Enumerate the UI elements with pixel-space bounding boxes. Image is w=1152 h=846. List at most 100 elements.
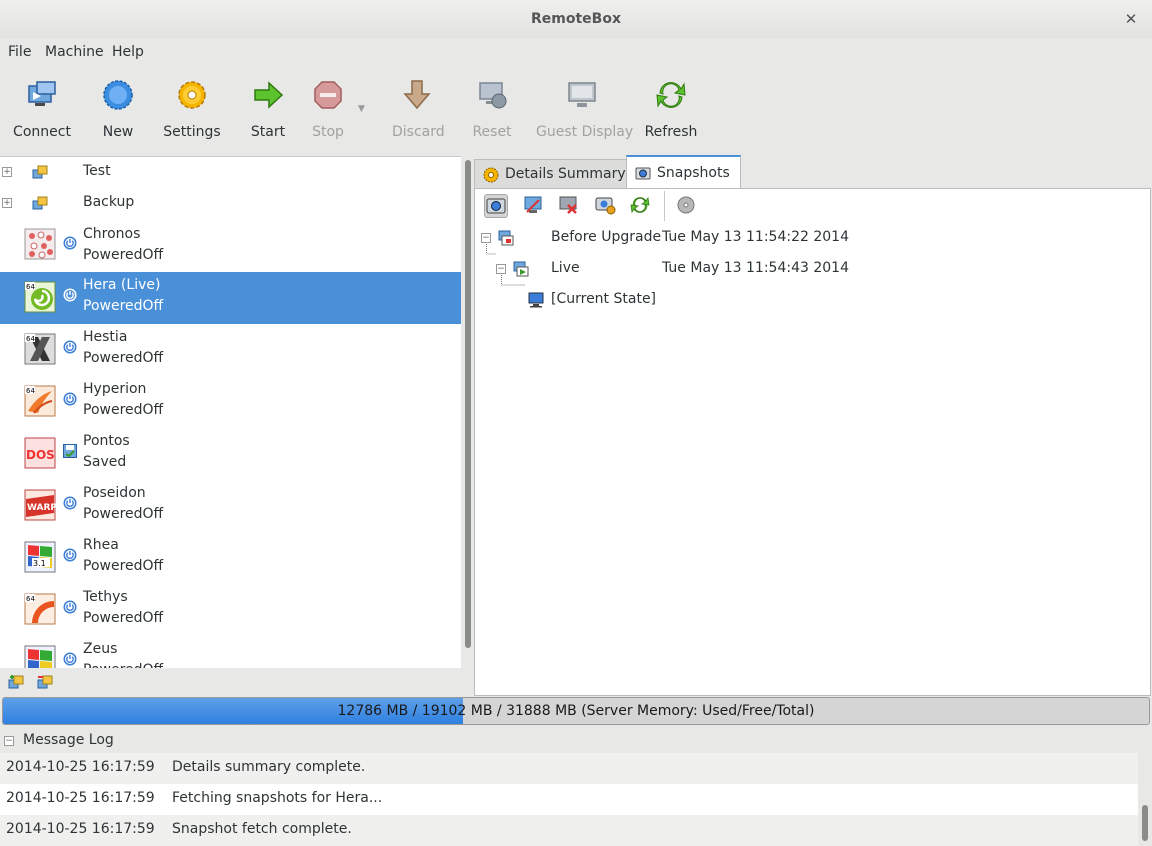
expand-icon[interactable]: + — [2, 167, 12, 177]
powered-off-icon — [63, 288, 77, 302]
clone-snapshot-button[interactable] — [675, 194, 699, 218]
window-title: RemoteBox — [531, 11, 621, 27]
new-button[interactable]: New — [98, 78, 138, 150]
menu-help[interactable]: Help — [112, 44, 144, 60]
vm-row[interactable]: WARP Poseidon PoweredOff — [0, 480, 461, 532]
powered-off-icon — [63, 340, 77, 354]
gear-icon — [483, 167, 499, 183]
svg-text:3.1: 3.1 — [33, 559, 46, 568]
group-name: Test — [83, 163, 111, 179]
guest-display-button[interactable]: Guest Display — [536, 78, 633, 150]
snapshot-row[interactable]: − Live Tue May 13 11:54:43 2014 — [475, 254, 1150, 285]
close-icon[interactable]: ✕ — [1124, 0, 1138, 38]
delete-snapshot-button[interactable] — [557, 194, 581, 218]
snapshot-details-button[interactable] — [594, 194, 618, 218]
vm-list-scrollbar[interactable] — [462, 156, 474, 668]
os2-warp-icon: WARP — [24, 489, 56, 521]
powered-off-icon — [63, 496, 77, 510]
tab-label: Details Summary — [505, 166, 626, 182]
vm-name: Pontos — [83, 433, 130, 449]
tab-snapshots[interactable]: Snapshots — [626, 155, 741, 189]
windows-xp-icon — [24, 645, 56, 668]
message-log-scrollbar[interactable] — [1138, 753, 1152, 846]
solaris-64-icon: 64 — [24, 385, 56, 417]
vm-row[interactable]: 3.1 Rhea PoweredOff — [0, 532, 461, 584]
vm-name: Poseidon — [83, 485, 146, 501]
log-entry[interactable]: 2014-10-25 16:17:59 Details summary comp… — [0, 753, 1138, 784]
title-bar: RemoteBox ✕ — [0, 0, 1152, 38]
log-time: 2014-10-25 16:17:59 — [6, 821, 155, 837]
new-icon — [103, 80, 133, 110]
vm-group-row[interactable]: + Backup — [0, 188, 461, 219]
log-entry[interactable]: 2014-10-25 16:17:59 Fetching snapshots f… — [0, 784, 1138, 815]
memory-text: 12786 MB / 19102 MB / 31888 MB (Server M… — [337, 703, 815, 719]
log-entry[interactable]: 2014-10-25 16:17:59 Snapshot fetch compl… — [0, 815, 1138, 846]
vm-row[interactable]: Zeus PoweredOff — [0, 636, 461, 668]
vm-row[interactable]: 64 Hestia PoweredOff — [0, 324, 461, 376]
new-label: New — [102, 124, 134, 140]
snapshot-name: Live — [551, 260, 580, 276]
clone-disc-icon — [677, 196, 695, 214]
restore-snapshot-button[interactable] — [522, 194, 546, 218]
settings-button[interactable]: Settings — [162, 78, 222, 150]
scrollbar-thumb[interactable] — [465, 160, 471, 648]
stop-label: Stop — [312, 124, 344, 140]
vm-row-selected[interactable]: 64 Hera (Live) PoweredOff — [0, 272, 461, 324]
vm-list: + Test + Backup Chronos PoweredOff 64 He… — [0, 156, 461, 668]
vm-name: Hera (Live) — [83, 277, 161, 293]
snapshot-row-current-state[interactable]: [Current State] — [475, 285, 1150, 316]
stop-button[interactable]: Stop — [308, 78, 348, 150]
collapse-icon[interactable]: − — [481, 233, 491, 243]
expand-icon[interactable]: + — [2, 198, 12, 208]
reset-button[interactable]: Reset — [470, 78, 514, 150]
stop-dropdown-chevron-icon[interactable]: ▼ — [358, 104, 365, 114]
remove-group-icon[interactable] — [37, 674, 53, 690]
delete-snapshot-icon — [559, 196, 577, 214]
snapshot-details-icon — [595, 197, 616, 215]
log-message: Details summary complete. — [172, 759, 366, 775]
vm-state: PoweredOff — [83, 350, 164, 366]
menu-machine[interactable]: Machine — [45, 44, 104, 60]
vm-row[interactable]: Chronos PoweredOff — [0, 220, 461, 272]
message-log-header[interactable]: − Message Log — [0, 729, 1152, 753]
collapse-icon[interactable]: − — [496, 264, 506, 274]
start-button[interactable]: Start — [248, 78, 288, 150]
connect-button[interactable]: Connect — [12, 78, 72, 150]
vm-name: Hyperion — [83, 381, 147, 397]
vm-group-row[interactable]: + Test — [0, 157, 461, 188]
vm-state: PoweredOff — [83, 506, 164, 522]
start-arrow-icon — [254, 81, 284, 109]
refresh-snapshots-button[interactable] — [629, 194, 653, 218]
tab-details-summary[interactable]: Details Summary — [474, 159, 637, 189]
vm-row[interactable]: 64 Tethys PoweredOff — [0, 584, 461, 636]
start-label: Start — [250, 124, 286, 140]
powered-off-icon — [63, 652, 77, 666]
scrollbar-thumb[interactable] — [1142, 805, 1148, 841]
group-icon — [32, 165, 48, 179]
refresh-label: Refresh — [644, 124, 698, 140]
group-name: Backup — [83, 194, 135, 210]
discard-button[interactable]: Discard — [392, 78, 445, 150]
snapshot-row[interactable]: − Before Upgrade Tue May 13 11:54:22 201… — [475, 223, 1150, 254]
vm-state: PoweredOff — [83, 298, 164, 314]
connect-icon — [28, 81, 56, 106]
other-os-icon — [24, 228, 56, 260]
refresh-icon — [630, 196, 650, 214]
vm-row[interactable]: 64 Hyperion PoweredOff — [0, 376, 461, 428]
camera-icon — [486, 198, 506, 214]
add-group-icon[interactable] — [8, 674, 24, 690]
reset-icon — [479, 82, 507, 109]
refresh-icon — [656, 82, 686, 108]
group-icon — [32, 196, 48, 210]
take-snapshot-button[interactable] — [484, 194, 508, 218]
vm-state: Saved — [83, 454, 127, 470]
vm-row[interactable]: DOS Pontos Saved — [0, 428, 461, 480]
connect-label: Connect — [13, 124, 71, 140]
menu-file[interactable]: File — [8, 44, 31, 60]
collapse-icon[interactable]: − — [4, 736, 14, 746]
log-time: 2014-10-25 16:17:59 — [6, 790, 155, 806]
refresh-button[interactable]: Refresh — [644, 78, 698, 150]
toolbar-separator — [664, 191, 665, 221]
log-message: Snapshot fetch complete. — [172, 821, 352, 837]
snapshot-toolbar — [475, 189, 1150, 223]
